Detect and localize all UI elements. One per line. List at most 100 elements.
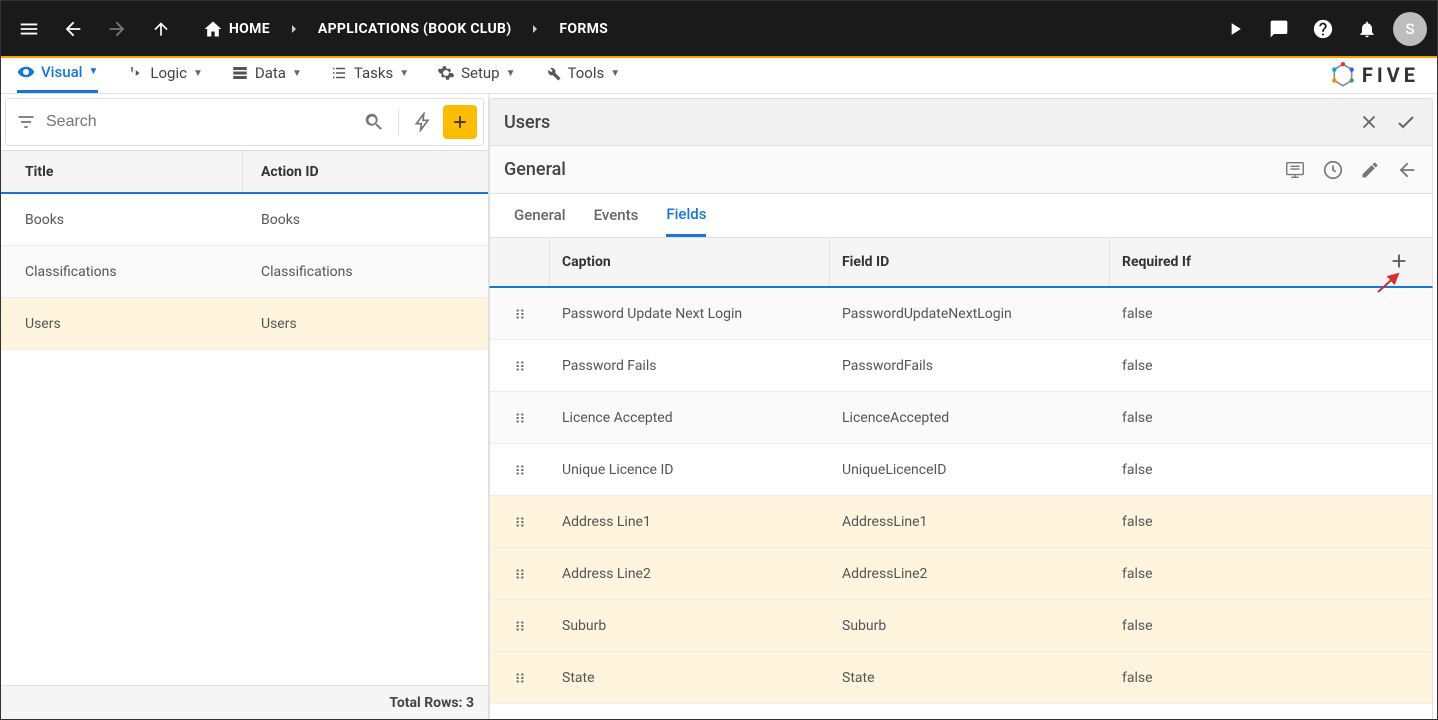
list-item-action: Books	[243, 212, 488, 228]
col-caption: Caption	[550, 238, 830, 286]
feedback-icon[interactable]	[1261, 11, 1297, 47]
cell-caption: Password Update Next Login	[550, 306, 830, 322]
cell-field-id: AddressLine1	[830, 514, 1110, 530]
table-row[interactable]: Password Update Next LoginPasswordUpdate…	[490, 288, 1432, 340]
table-row[interactable]: Unique Licence IDUniqueLicenceIDfalse	[490, 444, 1432, 496]
bolt-icon[interactable]	[403, 112, 443, 132]
edit-icon[interactable]	[1360, 160, 1380, 180]
section-title: General	[504, 159, 566, 180]
tab-events[interactable]: Events	[594, 193, 639, 237]
breadcrumb-home[interactable]: HOME	[203, 19, 270, 39]
tab-logic-label: Logic	[150, 64, 187, 82]
list-item[interactable]: BooksBooks	[1, 194, 488, 246]
avatar[interactable]: S	[1393, 12, 1427, 46]
table-row[interactable]: Password FailsPasswordFailsfalse	[490, 340, 1432, 392]
eye-icon	[17, 63, 35, 81]
detail-header: Users	[489, 98, 1433, 146]
tools-icon	[544, 64, 562, 82]
left-panel: Title Action ID BooksBooksClassification…	[1, 94, 489, 719]
breadcrumb-applications[interactable]: APPLICATIONS (BOOK CLUB)	[318, 21, 512, 37]
left-rows: BooksBooksClassificationsClassifications…	[1, 194, 488, 685]
breadcrumb-home-label: HOME	[229, 21, 270, 37]
gear-icon	[437, 64, 455, 82]
brand-name: FIVE	[1362, 63, 1419, 87]
search-input[interactable]	[46, 113, 354, 131]
home-icon	[203, 19, 223, 39]
cell-required-if: false	[1110, 618, 1432, 634]
list-item[interactable]: ClassificationsClassifications	[1, 246, 488, 298]
cell-field-id: AddressLine2	[830, 566, 1110, 582]
fields-columns-header: Caption Field ID Required If	[489, 238, 1433, 288]
cell-caption: Password Fails	[550, 358, 830, 374]
list-item-action: Users	[243, 316, 488, 332]
drag-handle-icon[interactable]	[490, 463, 550, 477]
filter-icon[interactable]	[6, 112, 46, 132]
drag-handle-icon[interactable]	[490, 411, 550, 425]
tab-logic[interactable]: Logic▼	[126, 57, 202, 93]
cell-required-if: false	[1110, 358, 1432, 374]
table-row[interactable]: Address Line1AddressLine1false	[490, 496, 1432, 548]
tab-visual-label: Visual	[41, 63, 82, 81]
drag-handle-icon[interactable]	[490, 515, 550, 529]
history-icon[interactable]	[1322, 159, 1344, 181]
cell-required-if: false	[1110, 462, 1432, 478]
notifications-icon[interactable]	[1349, 11, 1385, 47]
logo-icon	[1330, 62, 1356, 88]
drag-handle-icon[interactable]	[490, 307, 550, 321]
preview-icon[interactable]	[1284, 159, 1306, 181]
detail-title: Users	[504, 112, 550, 133]
cell-caption: Address Line2	[550, 566, 830, 582]
drag-handle-icon[interactable]	[490, 671, 550, 685]
add-field-button[interactable]	[1388, 250, 1410, 272]
tab-tools[interactable]: Tools▼	[544, 57, 621, 93]
close-icon[interactable]	[1358, 110, 1380, 134]
chevron-right-icon	[286, 21, 302, 37]
back-arrow-icon[interactable]	[1396, 159, 1418, 181]
tab-data-label: Data	[255, 64, 286, 82]
tasks-icon	[330, 64, 348, 82]
table-row[interactable]: Licence AcceptedLicenceAcceptedfalse	[490, 392, 1432, 444]
tab-tasks[interactable]: Tasks▼	[330, 57, 409, 93]
cell-field-id: Suburb	[830, 618, 1110, 634]
section-tabs: Visual▼ Logic▼ Data▼ Tasks▼ Setup▼ Tools…	[1, 58, 1437, 94]
menu-icon[interactable]	[11, 11, 47, 47]
data-icon	[231, 64, 249, 82]
tab-setup[interactable]: Setup▼	[437, 57, 515, 93]
tab-tools-label: Tools	[568, 64, 605, 82]
tab-general[interactable]: General	[514, 193, 566, 237]
cell-required-if: false	[1110, 306, 1432, 322]
cell-caption: Licence Accepted	[550, 410, 830, 426]
section-header: General	[489, 146, 1433, 194]
tab-data[interactable]: Data▼	[231, 57, 302, 93]
back-icon[interactable]	[55, 11, 91, 47]
tab-visual[interactable]: Visual▼	[17, 57, 98, 93]
confirm-icon[interactable]	[1394, 110, 1418, 134]
table-row[interactable]: StateStatefalse	[490, 652, 1432, 704]
col-field-id: Field ID	[830, 238, 1110, 286]
search-bar	[5, 98, 484, 146]
drag-handle-icon[interactable]	[490, 619, 550, 633]
tab-fields[interactable]: Fields	[666, 193, 706, 237]
col-action-id: Action ID	[243, 164, 488, 180]
cell-field-id: UniqueLicenceID	[830, 462, 1110, 478]
help-icon[interactable]	[1305, 11, 1341, 47]
forward-icon	[99, 11, 135, 47]
drag-handle-icon[interactable]	[490, 359, 550, 373]
add-button[interactable]	[443, 105, 477, 139]
list-item[interactable]: UsersUsers	[1, 298, 488, 350]
chevron-right-icon	[527, 21, 543, 37]
cell-required-if: false	[1110, 410, 1432, 426]
cell-required-if: false	[1110, 566, 1432, 582]
table-row[interactable]: SuburbSuburbfalse	[490, 600, 1432, 652]
brand-logo: FIVE	[1330, 62, 1419, 88]
breadcrumb-forms[interactable]: FORMS	[559, 21, 608, 37]
list-item-title: Users	[1, 316, 243, 332]
table-row[interactable]: Address Line2AddressLine2false	[490, 548, 1432, 600]
run-icon[interactable]	[1217, 11, 1253, 47]
cell-required-if: false	[1110, 670, 1432, 686]
col-required-if: Required If	[1110, 238, 1432, 286]
drag-handle-icon[interactable]	[490, 567, 550, 581]
search-icon[interactable]	[354, 111, 394, 133]
left-columns-header: Title Action ID	[1, 150, 488, 194]
up-icon[interactable]	[143, 11, 179, 47]
